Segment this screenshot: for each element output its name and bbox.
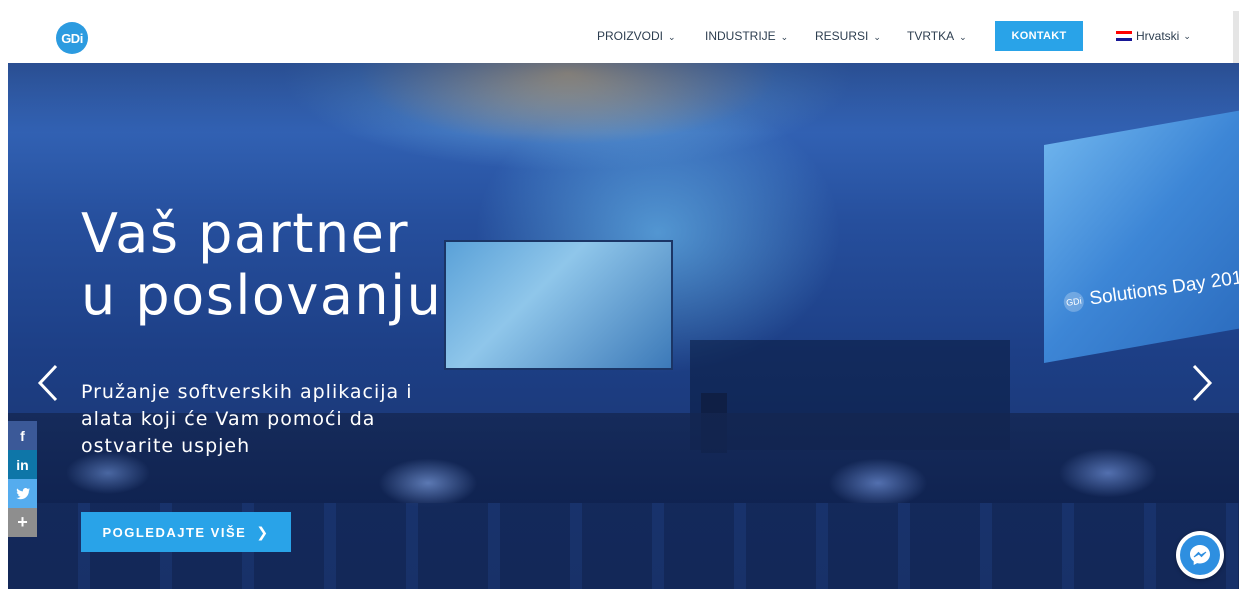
hero-background-ceiling bbox=[8, 63, 1239, 133]
chevron-down-icon: ⌄ bbox=[873, 31, 881, 42]
chevron-right-icon bbox=[1192, 364, 1213, 402]
facebook-icon[interactable]: f bbox=[8, 421, 37, 450]
hero-subtitle-line: ostvarite uspjeh bbox=[81, 435, 251, 457]
hero-title: Vaš partner u poslovanju bbox=[81, 203, 442, 327]
chevron-down-icon: ⌄ bbox=[780, 31, 789, 42]
page-frame: GDi PROIZVODI ⌄ INDUSTRIJE ⌄ RESURSI ⌄ T… bbox=[8, 11, 1239, 589]
contact-button[interactable]: KONTAKT bbox=[995, 21, 1083, 51]
croatia-flag-icon bbox=[1116, 31, 1132, 41]
nav-label: TVRTKA bbox=[907, 29, 955, 43]
slider-next-button[interactable] bbox=[1190, 363, 1214, 403]
chevron-right-icon: ❯ bbox=[256, 523, 270, 540]
nav-label: RESURSI bbox=[815, 29, 869, 43]
language-label: Hrvatski bbox=[1136, 29, 1180, 43]
hero-background-right-screen bbox=[1044, 110, 1239, 363]
site-header: GDi PROIZVODI ⌄ INDUSTRIJE ⌄ RESURSI ⌄ T… bbox=[8, 11, 1239, 63]
nav-label: PROIZVODI bbox=[597, 29, 664, 43]
hero-subtitle-line: Pružanje softverskih aplikacija i bbox=[81, 381, 413, 403]
view-more-label: POGLEDAJTE VIŠE bbox=[102, 524, 247, 540]
linkedin-icon[interactable]: in bbox=[8, 450, 37, 479]
view-more-button[interactable]: POGLEDAJTE VIŠE ❯ bbox=[81, 512, 291, 552]
nav-item-tvrtka[interactable]: TVRTKA ⌄ bbox=[907, 29, 967, 43]
hero-subtitle-line: alata koji će Vam pomoći da bbox=[81, 408, 376, 430]
nav-item-proizvodi[interactable]: PROIZVODI ⌄ bbox=[597, 29, 676, 43]
nav-item-resursi[interactable]: RESURSI ⌄ bbox=[815, 29, 881, 43]
slider-prev-button[interactable] bbox=[36, 363, 60, 403]
social-share-bar: f in + bbox=[8, 421, 37, 537]
event-logo: GDi bbox=[1062, 290, 1086, 314]
language-selector[interactable]: Hrvatski ⌄ bbox=[1116, 29, 1191, 43]
page-scrollbar[interactable] bbox=[1233, 11, 1239, 63]
hero-title-line: Vaš partner bbox=[81, 202, 410, 265]
twitter-bird-icon bbox=[15, 487, 30, 499]
hero-title-line: u poslovanju bbox=[81, 264, 443, 327]
hero-slider: GDi Solutions Day 2019 Vaš partner u posl… bbox=[8, 63, 1239, 589]
chevron-down-icon: ⌄ bbox=[959, 31, 967, 42]
nav-item-industrije[interactable]: INDUSTRIJE ⌄ bbox=[705, 29, 788, 43]
hero-background-screen bbox=[444, 240, 673, 370]
chevron-down-icon: ⌄ bbox=[668, 31, 676, 42]
nav-label: INDUSTRIJE bbox=[705, 29, 776, 43]
chevron-left-icon bbox=[37, 364, 58, 402]
messenger-bolt-icon bbox=[1190, 545, 1210, 565]
hero-subtitle: Pružanje softverskih aplikacija i alata … bbox=[81, 379, 461, 460]
chevron-down-icon: ⌄ bbox=[1183, 30, 1191, 41]
twitter-icon[interactable] bbox=[8, 479, 37, 508]
messenger-icon bbox=[1180, 535, 1220, 575]
logo-text: GDi bbox=[61, 30, 83, 46]
messenger-chat-button[interactable] bbox=[1176, 531, 1224, 579]
gdi-logo[interactable]: GDi bbox=[56, 22, 88, 54]
plus-icon[interactable]: + bbox=[8, 508, 37, 537]
